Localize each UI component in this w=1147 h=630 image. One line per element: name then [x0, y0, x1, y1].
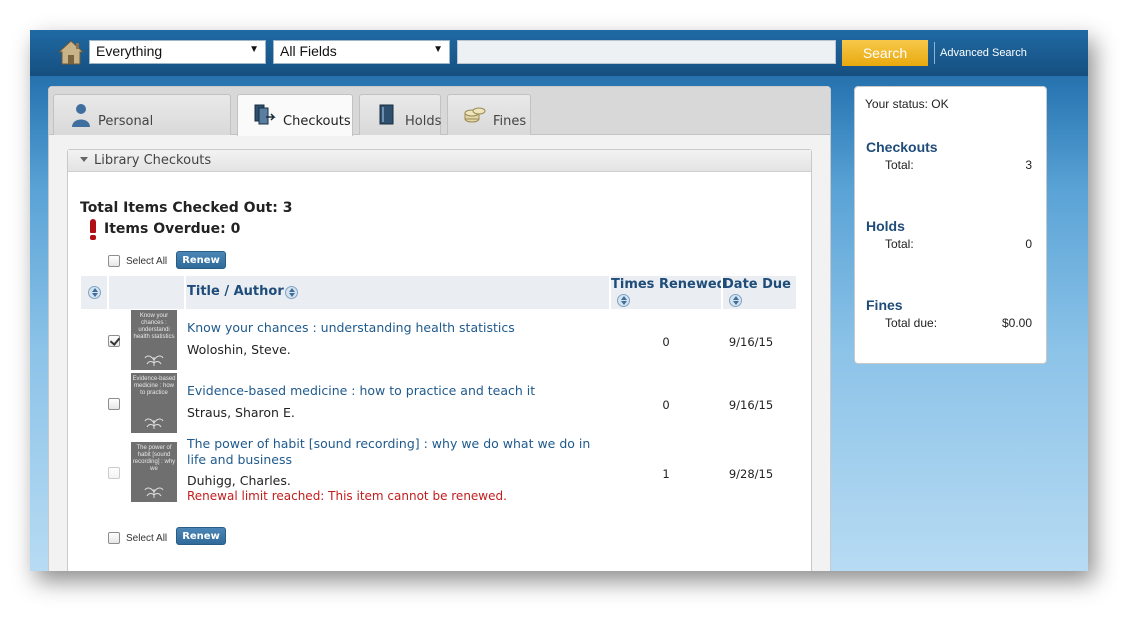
- date-due-value: 9/16/15: [728, 335, 774, 349]
- plant-illustration-icon: [144, 487, 164, 498]
- table-row: The power of habit [sound recording] : w…: [81, 436, 796, 510]
- tab-holds[interactable]: Holds: [359, 94, 441, 135]
- item-author: Woloshin, Steve.: [187, 342, 291, 357]
- sort-icon[interactable]: [617, 294, 630, 307]
- books-checkout-icon: [254, 104, 276, 125]
- tab-label: Checkouts: [283, 114, 351, 129]
- date-due-value: 9/16/15: [728, 398, 774, 412]
- select-all-checkbox-top[interactable]: [108, 255, 120, 267]
- tab-label: Fines: [493, 114, 527, 129]
- items-overdue: Items Overdue: 0: [104, 221, 241, 237]
- summary-checkouts-value: 3: [1025, 158, 1032, 172]
- cover-title-text: The power of habit [sound recording] : w…: [132, 445, 176, 472]
- item-title-link[interactable]: Know your chances : understanding health…: [187, 320, 607, 336]
- renew-button-bottom[interactable]: Renew: [176, 527, 226, 545]
- coins-icon: [464, 107, 486, 123]
- cover-title-text: Evidence-based medicine : how to practic…: [132, 376, 176, 396]
- account-tabs: Personal Information Checkouts Holds: [49, 87, 830, 183]
- summary-holds-heading[interactable]: Holds: [866, 218, 905, 234]
- scope-select[interactable]: Everything ▼: [89, 40, 266, 64]
- item-author: Duhigg, Charles.: [187, 473, 291, 488]
- search-button[interactable]: Search: [842, 40, 928, 66]
- summary-fines-value: $0.00: [1001, 316, 1032, 330]
- section-header[interactable]: Library Checkouts: [68, 150, 811, 172]
- table-row: Know your chances : understandi health s…: [81, 310, 796, 373]
- book-cover: Know your chances : understandi health s…: [131, 310, 177, 370]
- tab-checkouts[interactable]: Checkouts: [237, 94, 353, 136]
- summary-fines-heading[interactable]: Fines: [866, 297, 903, 313]
- summary-fines-label: Total due:: [885, 316, 938, 330]
- app-window: Everything ▼ All Fields ▼ Search Advance…: [30, 30, 1088, 571]
- sort-icon[interactable]: [729, 294, 742, 307]
- plant-illustration-icon: [144, 355, 164, 366]
- scope-select-value: Everything: [96, 43, 163, 59]
- search-bar: Everything ▼ All Fields ▼ Search Advance…: [30, 30, 1088, 76]
- summary-holds-label: Total:: [885, 237, 914, 251]
- checkouts-section: Library Checkouts Total Items Checked Ou…: [67, 149, 812, 571]
- item-title-link[interactable]: The power of habit [sound recording] : w…: [187, 436, 607, 468]
- sort-icon[interactable]: [285, 286, 298, 299]
- item-title-link[interactable]: Evidence-based medicine : how to practic…: [187, 383, 607, 399]
- summary-checkouts-label: Total:: [885, 158, 914, 172]
- column-divider: [184, 276, 186, 309]
- summary-checkouts-heading[interactable]: Checkouts: [866, 139, 938, 155]
- times-renewed-value: 0: [662, 398, 670, 412]
- total-checked-out: Total Items Checked Out: 3: [80, 200, 293, 216]
- search-input[interactable]: [457, 40, 836, 64]
- account-summary-panel: Your status: OK Checkouts Total: 3 Holds…: [854, 86, 1047, 364]
- column-header-title-author[interactable]: Title / Author: [187, 284, 284, 299]
- summary-holds-value: 0: [1025, 237, 1032, 251]
- home-icon[interactable]: [58, 39, 84, 65]
- column-header-date-due[interactable]: Date Due: [723, 277, 791, 292]
- person-icon: [72, 104, 90, 127]
- row-checkbox[interactable]: [108, 398, 120, 410]
- tab-fines[interactable]: Fines: [447, 94, 531, 135]
- account-status: Your status: OK: [865, 97, 949, 111]
- item-author: Straus, Sharon E.: [187, 405, 295, 420]
- column-header-times-renewed[interactable]: Times Renewed: [611, 277, 726, 292]
- column-divider: [107, 276, 109, 309]
- date-due-value: 9/28/15: [728, 467, 774, 481]
- dropdown-arrow-icon: ▼: [433, 44, 443, 55]
- dropdown-arrow-icon: ▼: [249, 44, 259, 55]
- tab-label: Holds: [405, 114, 442, 129]
- select-all-label: Select All: [126, 533, 168, 544]
- table-header: Title / Author Times Renewed Date Due: [81, 276, 796, 309]
- renewal-limit-warning: Renewal limit reached: This item cannot …: [187, 489, 507, 503]
- times-renewed-value: 1: [662, 467, 670, 481]
- select-all-label: Select All: [126, 256, 168, 267]
- book-cover: The power of habit [sound recording] : w…: [131, 442, 177, 502]
- table-row: Evidence-based medicine : how to practic…: [81, 373, 796, 436]
- divider: [934, 42, 935, 64]
- advanced-search-link[interactable]: Advanced Search: [940, 47, 1027, 59]
- sort-icon[interactable]: [88, 286, 101, 299]
- field-select-value: All Fields: [280, 43, 337, 59]
- select-all-checkbox-bottom[interactable]: [108, 532, 120, 544]
- book-cover: Evidence-based medicine : how to practic…: [131, 373, 177, 433]
- field-select[interactable]: All Fields ▼: [273, 40, 450, 64]
- book-icon: [379, 104, 394, 125]
- account-panel: Personal Information Checkouts Holds: [48, 86, 831, 571]
- cover-title-text: Know your chances : understandi health s…: [133, 313, 175, 340]
- times-renewed-value: 0: [662, 335, 670, 349]
- collapse-triangle-icon[interactable]: [80, 157, 88, 162]
- row-checkbox-disabled: [108, 467, 120, 479]
- section-title: Library Checkouts: [94, 153, 212, 168]
- exclamation-icon: [90, 219, 96, 240]
- row-checkbox[interactable]: [108, 335, 120, 347]
- renew-button-top[interactable]: Renew: [176, 251, 226, 269]
- plant-illustration-icon: [144, 418, 164, 429]
- tab-personal-information[interactable]: Personal Information: [53, 94, 231, 183]
